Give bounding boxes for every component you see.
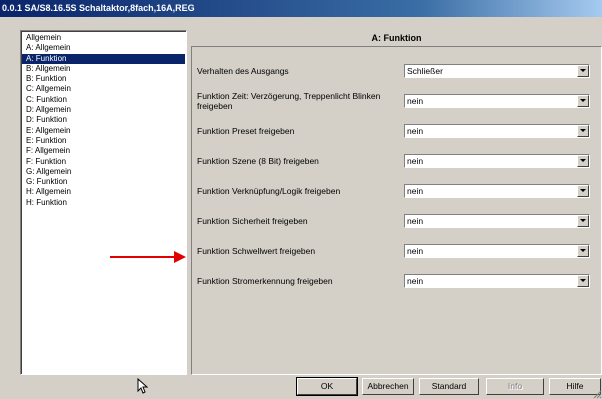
sidebar-item[interactable]: C: Allgemein — [22, 84, 185, 94]
chevron-down-icon[interactable] — [577, 185, 589, 197]
default-button[interactable]: Standard — [419, 378, 479, 395]
sidebar-item[interactable]: D: Allgemein — [22, 105, 185, 115]
cancel-button[interactable]: Abbrechen — [362, 378, 414, 395]
sidebar-item[interactable]: D: Funktion — [22, 115, 185, 125]
parameter-select[interactable]: nein — [404, 124, 590, 138]
parameter-label: Funktion Zeit: Verzögerung, Treppenlicht… — [197, 91, 381, 111]
select-value: nein — [407, 186, 424, 196]
parameter-select[interactable]: nein — [404, 274, 590, 288]
mouse-cursor-icon — [137, 378, 149, 394]
parameter-row: Funktion Szene (8 Bit) freigeben nein — [192, 149, 597, 173]
parameter-select[interactable]: nein — [404, 94, 590, 108]
parameter-label: Funktion Stromerkennung freigeben — [197, 276, 333, 286]
parameter-select[interactable]: Schließer — [404, 64, 590, 78]
sidebar-item[interactable]: H: Funktion — [22, 198, 185, 208]
parameter-row: Funktion Verknüpfung/Logik freigeben nein — [192, 179, 597, 203]
parameter-row: Funktion Schwellwert freigeben nein — [192, 239, 597, 263]
parameter-row: Funktion Preset freigeben nein — [192, 119, 597, 143]
info-button: Info — [486, 378, 544, 395]
parameter-panel: Verhalten des Ausgangs Schließer Funktion … — [191, 46, 602, 375]
sidebar-item[interactable]: G: Allgemein — [22, 167, 185, 177]
parameter-row: Funktion Stromerkennung freigeben nein — [192, 269, 597, 293]
sidebar-item[interactable]: A: Funktion — [22, 53, 185, 64]
select-value: nein — [407, 246, 424, 256]
parameter-select[interactable]: nein — [404, 184, 590, 198]
parameter-row: Funktion Sicherheit freigeben nein — [192, 209, 597, 233]
sidebar-item[interactable]: B: Allgemein — [22, 64, 185, 74]
page-title: A: Funktion — [371, 33, 422, 43]
annotation-arrow-icon — [110, 251, 186, 263]
sidebar-item[interactable]: G: Funktion — [22, 177, 185, 187]
parameter-page: A: Funktion Verhalten des Ausgangs Schlie… — [191, 30, 602, 375]
button-bar: OK Abbrechen Standard Info Hilfe — [0, 377, 602, 399]
sidebar-item[interactable]: B: Funktion — [22, 74, 185, 84]
chevron-down-icon[interactable] — [577, 215, 589, 227]
select-value: nein — [407, 96, 424, 106]
select-value: nein — [407, 216, 424, 226]
parameter-label: Verhalten des Ausgangs — [197, 66, 289, 76]
chevron-down-icon[interactable] — [577, 65, 589, 77]
chevron-down-icon[interactable] — [577, 155, 589, 167]
select-value: nein — [407, 126, 424, 136]
parameter-select[interactable]: nein — [404, 214, 590, 228]
sidebar-item[interactable]: A: Allgemein — [22, 43, 185, 53]
parameter-label: Funktion Verknüpfung/Logik freigeben — [197, 186, 341, 196]
sidebar-item[interactable]: H: Allgemein — [22, 187, 185, 197]
parameter-label: Funktion Szene (8 Bit) freigeben — [197, 156, 319, 166]
chevron-down-icon[interactable] — [577, 125, 589, 137]
select-value: nein — [407, 276, 424, 286]
sidebar-item[interactable]: E: Allgemein — [22, 126, 185, 136]
parameter-row: Funktion Zeit: Verzögerung, Treppenlicht… — [192, 89, 597, 113]
dialog-window: 0.0.1 SA/S8.16.5S Schaltaktor,8fach,16A,… — [0, 0, 602, 399]
chevron-down-icon[interactable] — [577, 95, 589, 107]
sidebar-item[interactable]: E: Funktion — [22, 136, 185, 146]
parameter-label: Funktion Preset freigeben — [197, 126, 295, 136]
ok-button[interactable]: OK — [296, 377, 358, 396]
chevron-down-icon[interactable] — [577, 245, 589, 257]
sidebar-item[interactable]: Allgemein — [22, 33, 185, 43]
parameter-tree[interactable]: Allgemein A: Allgemein A: Funktion B: Allge… — [20, 30, 187, 375]
resize-grip-icon[interactable] — [592, 389, 602, 399]
select-value: nein — [407, 156, 424, 166]
parameter-row: Verhalten des Ausgangs Schließer — [192, 59, 597, 83]
chevron-down-icon[interactable] — [577, 275, 589, 287]
parameter-label: Funktion Sicherheit freigeben — [197, 216, 308, 226]
select-value: Schließer — [407, 66, 443, 76]
parameter-select[interactable]: nein — [404, 244, 590, 258]
parameter-label: Funktion Schwellwert freigeben — [197, 246, 316, 256]
title-bar: 0.0.1 SA/S8.16.5S Schaltaktor,8fach,16A,… — [0, 0, 602, 17]
parameter-select[interactable]: nein — [404, 154, 590, 168]
sidebar-item[interactable]: F: Funktion — [22, 157, 185, 167]
sidebar-item[interactable]: F: Allgemein — [22, 146, 185, 156]
sidebar-item[interactable]: C: Funktion — [22, 95, 185, 105]
